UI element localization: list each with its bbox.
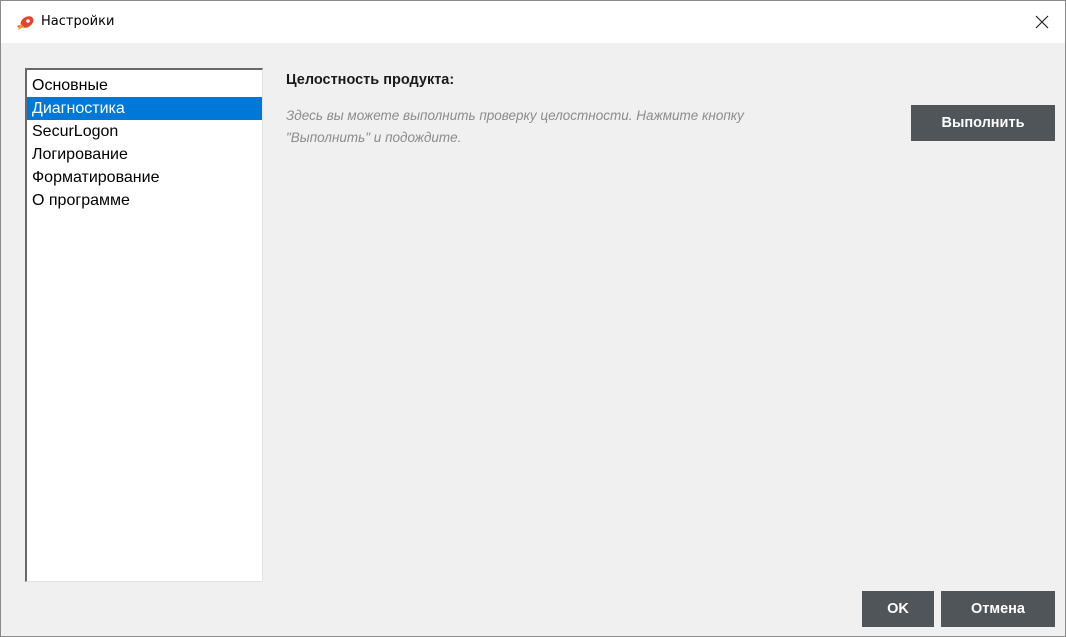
run-button[interactable]: Выполнить: [911, 105, 1055, 141]
settings-dialog: Настройки Основные Диагностика SecurLogo…: [0, 0, 1066, 637]
nav-item-general[interactable]: Основные: [27, 74, 262, 97]
nav-item-diagnostics[interactable]: Диагностика: [27, 97, 262, 120]
nav-item-formatting[interactable]: Форматирование: [27, 166, 262, 189]
description-line-1: Здесь вы можете выполнить проверку целос…: [286, 108, 744, 123]
section-title: Целостность продукта:: [286, 72, 455, 88]
settings-nav-list[interactable]: Основные Диагностика SecurLogon Логирова…: [25, 68, 263, 582]
nav-item-logging[interactable]: Логирование: [27, 143, 262, 166]
close-icon: [1035, 15, 1049, 29]
dialog-body: Основные Диагностика SecurLogon Логирова…: [1, 43, 1065, 636]
cancel-button[interactable]: Отмена: [941, 591, 1055, 627]
ok-button[interactable]: OK: [862, 591, 934, 627]
description-line-2: "Выполнить" и подождите.: [286, 130, 462, 145]
section-description: Здесь вы можете выполнить проверку целос…: [286, 105, 886, 149]
nav-item-securlogon[interactable]: SecurLogon: [27, 120, 262, 143]
close-button[interactable]: [1019, 1, 1065, 43]
window-title: Настройки: [41, 14, 115, 29]
nav-item-about[interactable]: О программе: [27, 189, 262, 212]
title-bar[interactable]: Настройки: [1, 1, 1065, 43]
app-rocket-icon: [17, 16, 34, 30]
